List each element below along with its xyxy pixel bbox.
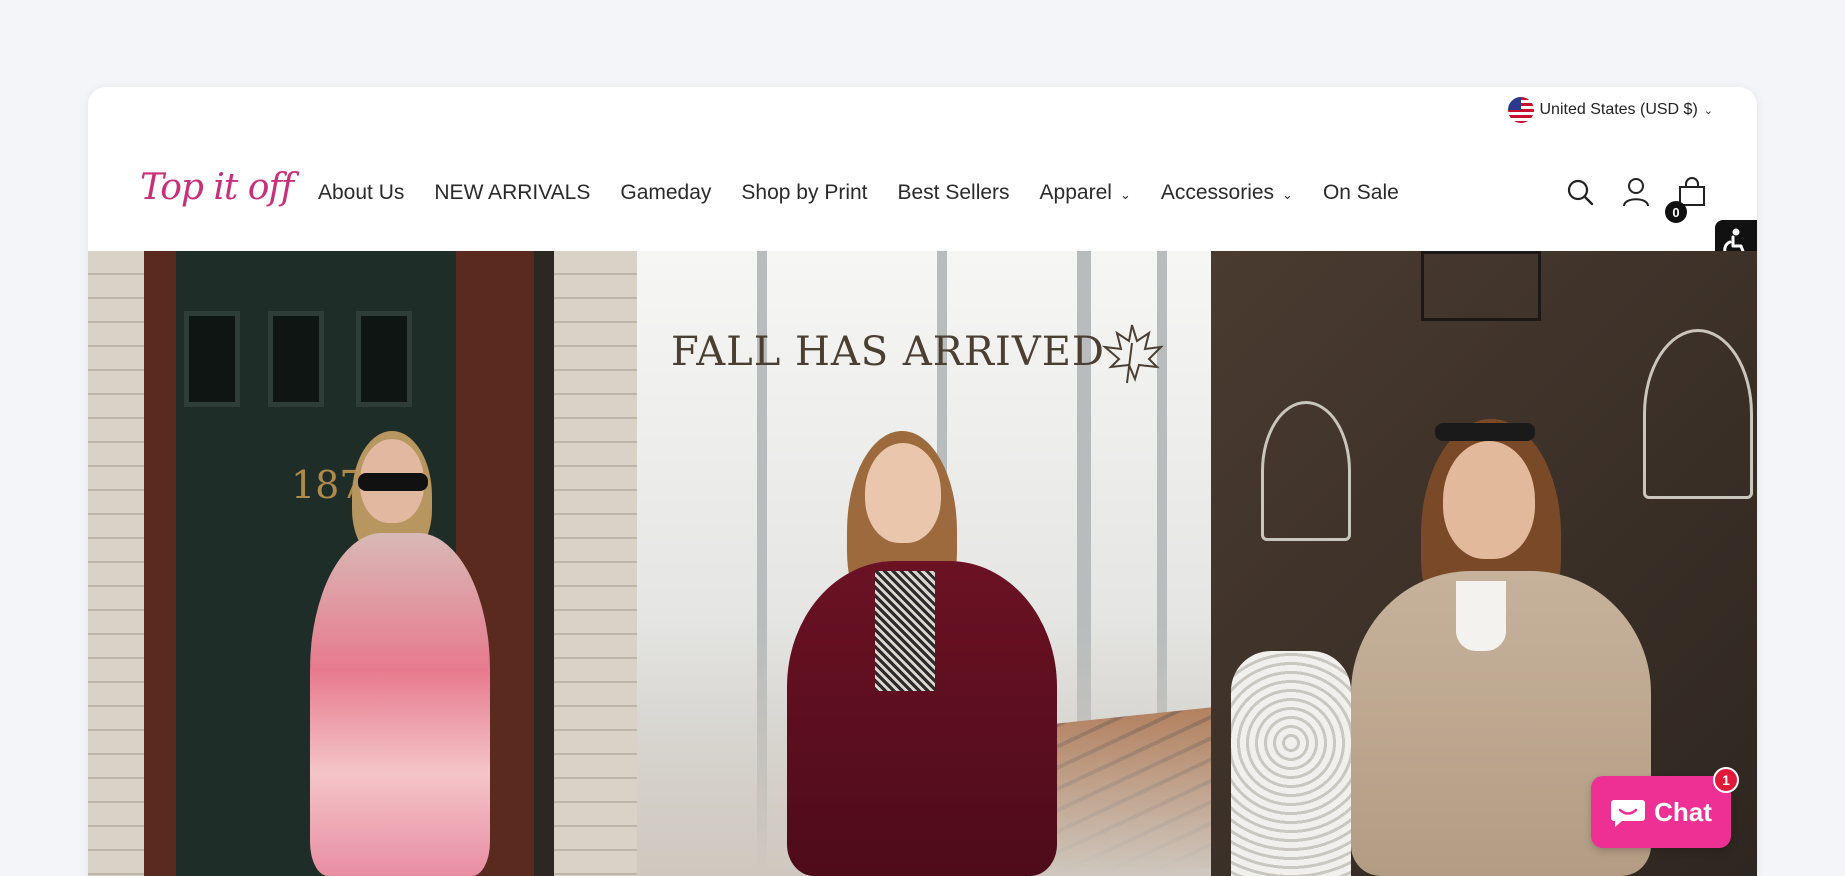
country-selector[interactable]: United States (USD $) ⌄ [1507, 97, 1713, 123]
nav-about-us[interactable]: About Us [318, 181, 404, 205]
search-icon [1567, 179, 1594, 206]
hero-photo-left: 187 [88, 251, 637, 876]
nav-label: Gameday [620, 181, 712, 204]
account-button[interactable] [1619, 175, 1653, 209]
cart-button[interactable]: 0 [1665, 175, 1709, 223]
main-nav: About Us NEW ARRIVALS Gameday Shop by Pr… [318, 181, 1429, 205]
maple-leaf-icon [1101, 324, 1164, 384]
us-flag-icon [1507, 97, 1534, 123]
header-icons: 0 [1563, 175, 1709, 223]
chat-button[interactable]: Chat [1591, 776, 1731, 848]
country-label: United States (USD $) [1539, 101, 1698, 118]
top-bar: United States (USD $) ⌄ [88, 87, 1757, 135]
nav-label: Apparel [1039, 181, 1112, 204]
chat-bubble-icon [1611, 800, 1646, 827]
nav-new-arrivals[interactable]: NEW ARRIVALS [434, 181, 590, 205]
nav-label: On Sale [1322, 181, 1399, 204]
nav-on-sale[interactable]: On Sale [1323, 181, 1399, 205]
nav-apparel[interactable]: Apparel ⌄ [1040, 181, 1131, 205]
chat-unread-badge: 1 [1713, 767, 1739, 793]
search-button[interactable] [1563, 175, 1597, 209]
chat-label: Chat [1654, 796, 1712, 827]
hero-photo-center: FALL HAS ARRIVED [637, 251, 1211, 876]
nav-label: NEW ARRIVALS [434, 181, 591, 204]
cart-count-badge: 0 [1665, 201, 1687, 223]
browser-page: United States (USD $) ⌄ Top it off About… [88, 87, 1757, 876]
nav-accessories[interactable]: Accessories ⌄ [1161, 181, 1293, 205]
nav-label: Accessories [1160, 181, 1275, 204]
logo[interactable]: Top it off [140, 167, 294, 208]
nav-gameday[interactable]: Gameday [620, 181, 711, 205]
nav-label: Best Sellers [897, 181, 1010, 204]
main-header: Top it off About Us NEW ARRIVALS Gameday… [88, 167, 1757, 239]
nav-shop-by-print[interactable]: Shop by Print [741, 181, 867, 205]
hero-title: FALL HAS ARRIVED [671, 329, 1105, 375]
nav-label: About Us [318, 181, 405, 204]
account-icon [1623, 178, 1649, 207]
chevron-down-icon: ⌄ [1282, 187, 1293, 202]
nav-best-sellers[interactable]: Best Sellers [898, 181, 1010, 205]
nav-label: Shop by Print [741, 181, 868, 204]
chevron-down-icon: ⌄ [1119, 187, 1131, 202]
hero-banner[interactable]: 187 FALL HAS ARRIVED [88, 251, 1757, 876]
chevron-down-icon: ⌄ [1703, 104, 1713, 117]
